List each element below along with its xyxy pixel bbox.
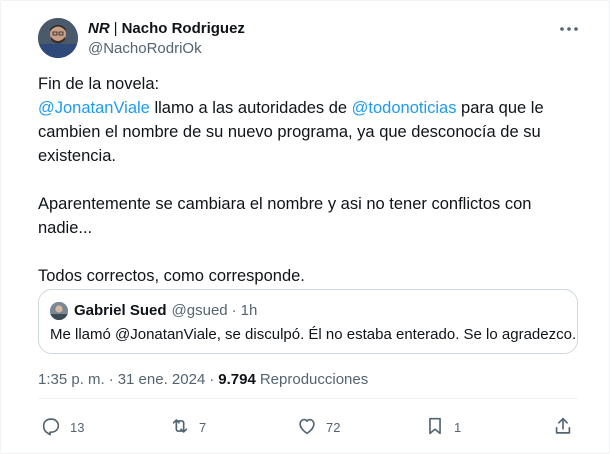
tweet-paragraph-2: Aparentemente se cambiara el nombre y as… <box>38 195 532 237</box>
meta-dot: · <box>209 371 215 388</box>
view-count: 9.794 <box>218 371 256 388</box>
bookmark-count: 1 <box>454 419 462 435</box>
share-button[interactable] <box>552 413 574 441</box>
more-icon <box>559 19 579 37</box>
quoted-author-handle: @gsued <box>171 302 228 319</box>
author-display-name: Nacho Rodriguez <box>121 20 245 37</box>
repost-icon <box>169 415 191 440</box>
repost-count: 7 <box>199 419 207 435</box>
quoted-time: 1h <box>240 302 258 319</box>
tweet-paragraph-1: @JonatanViale llamo a las autoridades de… <box>38 96 578 168</box>
author-name-separator: | <box>113 20 118 37</box>
author-name[interactable]: NR | Nacho Rodriguez <box>88 20 245 37</box>
like-count: 72 <box>326 419 341 435</box>
tweet-meta: 1:35 p. m. · 31 ene. 2024 · 9.794 Reprod… <box>38 371 368 388</box>
action-bar: 13 7 72 1 <box>38 413 578 441</box>
tweet-line-1: Fin de la novela: <box>38 75 160 93</box>
bookmark-button[interactable]: 1 <box>424 413 461 441</box>
reply-count: 13 <box>70 419 85 435</box>
tweet-text: Fin de la novela: @JonatanViale llamo a … <box>38 72 578 288</box>
like-icon <box>296 415 318 440</box>
divider <box>38 398 578 399</box>
mention-link[interactable]: @JonatanViale <box>38 99 150 117</box>
like-button[interactable]: 72 <box>296 413 340 441</box>
quoted-tweet[interactable]: Gabriel Sued @gsued · 1h Me llamó @Jonat… <box>38 289 578 354</box>
reply-button[interactable]: 13 <box>40 413 84 441</box>
quoted-dot: · <box>231 302 237 319</box>
tweet-time[interactable]: 1:35 p. m. <box>38 371 105 388</box>
reply-icon <box>40 415 62 440</box>
repost-button[interactable]: 7 <box>169 413 206 441</box>
bookmark-icon <box>424 415 446 440</box>
quoted-author-avatar <box>50 302 68 320</box>
author-name-prefix: NR <box>88 20 110 37</box>
quoted-header: Gabriel Sued @gsued · 1h <box>74 302 257 319</box>
quoted-author-name: Gabriel Sued <box>74 302 167 319</box>
author-handle[interactable]: @NachoRodriOk <box>88 40 202 57</box>
more-button[interactable] <box>557 18 581 38</box>
quoted-text: Me llamó @JonatanViale, se disculpó. Él … <box>50 326 577 343</box>
meta-dot: · <box>108 371 114 388</box>
tweet-text-segment: llamo a las autoridades de <box>149 99 352 117</box>
share-icon <box>552 415 574 440</box>
tweet-paragraph-3: Todos correctos, como corresponde. <box>38 267 305 285</box>
tweet-date[interactable]: 31 ene. 2024 <box>118 371 206 388</box>
mention-link[interactable]: @todonoticias <box>352 99 457 117</box>
views-label: Reproducciones <box>259 371 369 388</box>
author-avatar[interactable] <box>38 18 78 58</box>
